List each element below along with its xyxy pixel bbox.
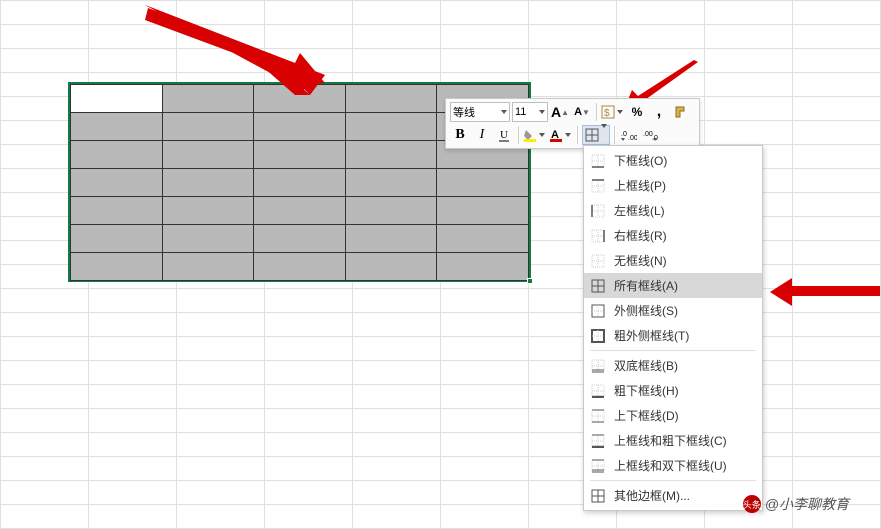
percent-button[interactable]: % bbox=[627, 102, 647, 122]
underline-button[interactable]: U bbox=[494, 125, 514, 145]
border-top_thick_bottom-icon bbox=[590, 433, 606, 449]
font-color-button[interactable]: A bbox=[549, 125, 573, 145]
border-menu-item-bottom[interactable]: 下框线(O) bbox=[584, 148, 762, 173]
fill-handle[interactable] bbox=[527, 278, 533, 284]
border-menu-item-top_bottom[interactable]: 上下框线(D) bbox=[584, 403, 762, 428]
border-menu-item-outside[interactable]: 外侧框线(S) bbox=[584, 298, 762, 323]
menu-separator bbox=[590, 350, 756, 351]
border-none-icon bbox=[590, 253, 606, 269]
menu-item-label: 所有框线(A) bbox=[614, 277, 754, 294]
border-menu-item-left[interactable]: 左框线(L) bbox=[584, 198, 762, 223]
border-left-icon bbox=[590, 203, 606, 219]
svg-text:$: $ bbox=[604, 108, 610, 119]
border-menu-item-top_thick_bottom[interactable]: 上框线和粗下框线(C) bbox=[584, 428, 762, 453]
currency-icon: $ bbox=[601, 105, 615, 119]
menu-item-label: 无框线(N) bbox=[614, 252, 754, 269]
font-family-select[interactable]: 等线 bbox=[450, 102, 510, 122]
border-bottom-icon bbox=[590, 153, 606, 169]
border-menu-item-all[interactable]: 所有框线(A) bbox=[584, 273, 762, 298]
toutiao-icon: 头条 bbox=[743, 495, 761, 513]
border-right-icon bbox=[590, 228, 606, 244]
border-top_bottom-icon bbox=[590, 408, 606, 424]
watermark-text: @小李聊教育 bbox=[765, 494, 849, 514]
comma-button[interactable]: , bbox=[649, 102, 669, 122]
borders-dropdown-menu: 下框线(O) 上框线(P) 左框线(L) 右框线(R) 无框线(N) 所有框线(A) 外侧框… bbox=[583, 145, 763, 511]
watermark: 头条 @小李聊教育 bbox=[743, 494, 849, 514]
menu-item-label: 下框线(O) bbox=[614, 152, 754, 169]
underline-icon: U bbox=[497, 128, 511, 142]
borders-button[interactable] bbox=[582, 125, 610, 145]
menu-item-label: 双底框线(B) bbox=[614, 357, 754, 374]
font-family-value: 等线 bbox=[453, 104, 475, 120]
border-menu-item-top[interactable]: 上框线(P) bbox=[584, 173, 762, 198]
border-thick_bottom-icon bbox=[590, 383, 606, 399]
font-size-select[interactable]: 11 bbox=[512, 102, 548, 122]
border-all-icon bbox=[590, 278, 606, 294]
chevron-down-icon bbox=[501, 110, 507, 114]
paint-bucket-icon bbox=[523, 128, 537, 142]
border-menu-item-more[interactable]: 其他边框(M)... bbox=[584, 483, 762, 508]
increase-decimal-icon: .0.00 bbox=[621, 128, 637, 142]
border-double_bottom-icon bbox=[590, 358, 606, 374]
border-menu-item-double_bottom[interactable]: 双底框线(B) bbox=[584, 353, 762, 378]
border-menu-item-right[interactable]: 右框线(R) bbox=[584, 223, 762, 248]
border-outside-icon bbox=[590, 303, 606, 319]
menu-item-label: 上框线和粗下框线(C) bbox=[614, 432, 754, 449]
decrease-decimal-button[interactable]: .00.0 bbox=[641, 125, 661, 145]
border-menu-item-none[interactable]: 无框线(N) bbox=[584, 248, 762, 273]
border-menu-item-thick_bottom[interactable]: 粗下框线(H) bbox=[584, 378, 762, 403]
mini-toolbar: 等线 11 A▲ A▼ $ % , B I bbox=[445, 98, 700, 149]
increase-font-button[interactable]: A▲ bbox=[550, 102, 570, 122]
font-color-icon: A bbox=[549, 128, 563, 142]
accounting-format-button[interactable]: $ bbox=[601, 102, 625, 122]
svg-text:U: U bbox=[500, 129, 508, 141]
decrease-decimal-icon: .00.0 bbox=[643, 128, 659, 142]
fill-color-button[interactable] bbox=[523, 125, 547, 145]
increase-decimal-button[interactable]: .0.00 bbox=[619, 125, 639, 145]
border-menu-item-top_double_bottom[interactable]: 上框线和双下框线(U) bbox=[584, 453, 762, 478]
bold-button[interactable]: B bbox=[450, 125, 470, 145]
font-size-value: 11 bbox=[515, 106, 526, 118]
menu-item-label: 上框线(P) bbox=[614, 177, 754, 194]
menu-item-label: 外侧框线(S) bbox=[614, 302, 754, 319]
menu-item-label: 其他边框(M)... bbox=[614, 487, 754, 504]
menu-item-label: 上框线和双下框线(U) bbox=[614, 457, 754, 474]
menu-item-label: 粗下框线(H) bbox=[614, 382, 754, 399]
menu-item-label: 上下框线(D) bbox=[614, 407, 754, 424]
border-top_double_bottom-icon bbox=[590, 458, 606, 474]
svg-text:.00: .00 bbox=[628, 135, 637, 142]
format-painter-button[interactable] bbox=[671, 102, 691, 122]
borders-icon bbox=[585, 128, 599, 142]
svg-text:.0: .0 bbox=[621, 131, 627, 138]
italic-button[interactable]: I bbox=[472, 125, 492, 145]
decrease-font-button[interactable]: A▼ bbox=[572, 102, 592, 122]
chevron-down-icon bbox=[539, 110, 545, 114]
menu-separator bbox=[590, 480, 756, 481]
menu-item-label: 右框线(R) bbox=[614, 227, 754, 244]
border-menu-item-thick_outside[interactable]: 粗外侧框线(T) bbox=[584, 323, 762, 348]
border-more-icon bbox=[590, 488, 606, 504]
paintbrush-icon bbox=[674, 105, 688, 119]
menu-item-label: 左框线(L) bbox=[614, 202, 754, 219]
menu-item-label: 粗外侧框线(T) bbox=[614, 327, 754, 344]
border-thick_outside-icon bbox=[590, 328, 606, 344]
border-top-icon bbox=[590, 178, 606, 194]
